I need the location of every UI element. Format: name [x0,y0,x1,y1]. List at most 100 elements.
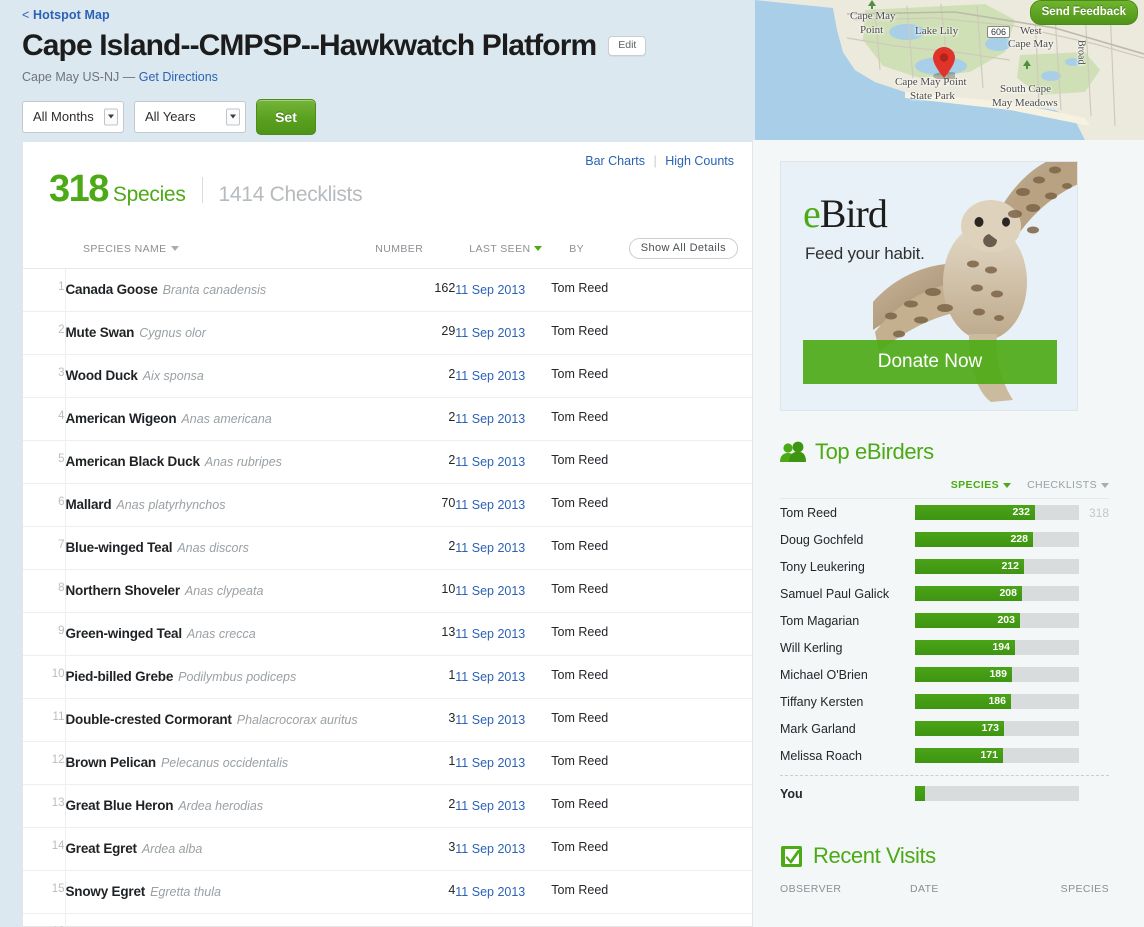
ebird-donate-ad[interactable]: eBird Feed your habit. Donate Now [780,161,1078,411]
rv-col-date[interactable]: DATE [910,883,1030,895]
table-row[interactable]: 16Little Blue HeronEgretta caerulea211 S… [23,914,752,927]
table-row[interactable]: 11Double-crested CormorantPhalacrocorax … [23,699,752,742]
leaderboard-name[interactable]: Tom Reed [780,506,915,520]
map-pin-icon [933,47,955,79]
species-common-name[interactable]: Mallard [66,497,112,512]
leaderboard-name[interactable]: Tom Magarian [780,614,915,628]
leaderboard-you-row[interactable]: You20 [780,780,1109,807]
leaderboard-bar-track: 232 [915,505,1079,520]
species-common-name[interactable]: Blue-winged Teal [66,540,173,555]
rv-col-species[interactable]: SPECIES [1030,883,1109,895]
leaderboard-name[interactable]: Mark Garland [780,722,915,736]
th-by[interactable]: BY [551,233,621,269]
leaderboard-row[interactable]: Tom Reed232318 [780,499,1109,526]
checklist-date-link[interactable]: 11 Sep 2013 [455,713,525,727]
leaderboard-row[interactable]: Will Kerling194 [780,634,1109,661]
checklist-date-link[interactable]: 11 Sep 2013 [455,756,525,770]
table-row[interactable]: 7Blue-winged TealAnas discors211 Sep 201… [23,527,752,570]
checklist-date-link[interactable]: 11 Sep 2013 [455,369,525,383]
leaderboard-row[interactable]: Melissa Roach171 [780,742,1109,769]
leaderboard-row[interactable]: Tiffany Kersten186 [780,688,1109,715]
th-species-name[interactable]: SPECIES NAME [65,233,375,269]
checklist-date-link[interactable]: 11 Sep 2013 [455,627,525,641]
checklist-date-link[interactable]: 11 Sep 2013 [455,541,525,555]
species-common-name[interactable]: American Black Duck [66,454,200,469]
checklist-icon [780,844,804,868]
hotspot-map-link[interactable]: Hotspot Map [33,8,110,22]
row-index: 14 [23,828,65,871]
table-row[interactable]: 13Great Blue HeronArdea herodias211 Sep … [23,785,752,828]
leaderboard-name[interactable]: Samuel Paul Galick [780,587,915,601]
get-directions-link[interactable]: Get Directions [139,70,218,84]
species-common-name[interactable]: Mute Swan [66,325,135,340]
th-species-name-label: SPECIES NAME [83,243,167,255]
table-row[interactable]: 14Great EgretArdea alba311 Sep 2013Tom R… [23,828,752,871]
checklist-date-link[interactable]: 11 Sep 2013 [455,283,525,297]
checklist-date-link[interactable]: 11 Sep 2013 [455,498,525,512]
species-common-name[interactable]: Canada Goose [66,282,158,297]
checklist-date-link[interactable]: 11 Sep 2013 [455,584,525,598]
leaderboard-name[interactable]: Doug Gochfeld [780,533,915,547]
edit-button[interactable]: Edit [608,36,646,56]
table-row[interactable]: 4American WigeonAnas americana211 Sep 20… [23,398,752,441]
species-common-name[interactable]: Wood Duck [66,368,138,383]
leaderboard-row[interactable]: Samuel Paul Galick208 [780,580,1109,607]
checklist-date-link[interactable]: 11 Sep 2013 [455,670,525,684]
leaderboard-row[interactable]: Doug Gochfeld228 [780,526,1109,553]
row-number: 2 [375,527,455,570]
sort-species[interactable]: SPECIES [951,479,1011,491]
leaderboard-name[interactable]: Melissa Roach [780,749,915,763]
checklist-date-link[interactable]: 11 Sep 2013 [455,842,525,856]
table-row[interactable]: 2Mute SwanCygnus olor2911 Sep 2013Tom Re… [23,312,752,355]
leaderboard-name[interactable]: Michael O'Brien [780,668,915,682]
checklist-date-link[interactable]: 11 Sep 2013 [455,885,525,899]
species-common-name[interactable]: Great Egret [66,841,137,856]
ad-tagline: Feed your habit. [805,244,925,264]
table-row[interactable]: 10Pied-billed GrebePodilymbus podiceps11… [23,656,752,699]
species-common-name[interactable]: Green-winged Teal [66,626,182,641]
th-last-seen[interactable]: LAST SEEN [455,233,551,269]
leaderboard-row[interactable]: Mark Garland173 [780,715,1109,742]
rv-col-observer[interactable]: OBSERVER [780,883,910,895]
month-select[interactable]: All Months [22,101,124,133]
table-row[interactable]: 9Green-winged TealAnas crecca1311 Sep 20… [23,613,752,656]
table-row[interactable]: 1Canada GooseBranta canadensis16211 Sep … [23,269,752,312]
species-common-name[interactable]: Pied-billed Grebe [66,669,174,684]
high-counts-link[interactable]: High Counts [665,154,734,168]
set-button[interactable]: Set [256,99,316,135]
species-common-name[interactable]: Northern Shoveler [66,583,180,598]
species-common-name[interactable]: Snowy Egret [66,884,146,899]
table-row[interactable]: 8Northern ShovelerAnas clypeata1011 Sep … [23,570,752,613]
leaderboard-row[interactable]: Tony Leukering212 [780,553,1109,580]
show-all-details-button[interactable]: Show All Details [629,238,738,259]
bar-charts-link[interactable]: Bar Charts [585,154,645,168]
checklist-date-link[interactable]: 11 Sep 2013 [455,326,525,340]
th-number[interactable]: NUMBER [375,233,455,269]
species-common-name[interactable]: Brown Pelican [66,755,156,770]
leaderboard-row[interactable]: Tom Magarian203 [780,607,1109,634]
leaderboard-value: 189 [915,667,1012,682]
checklist-date-link[interactable]: 11 Sep 2013 [455,412,525,426]
species-common-name[interactable]: Double-crested Cormorant [66,712,232,727]
caret-down-icon [1101,483,1109,488]
table-row[interactable]: 5American Black DuckAnas rubripes211 Sep… [23,441,752,484]
table-row[interactable]: 15Snowy EgretEgretta thula411 Sep 2013To… [23,871,752,914]
leaderboard-name[interactable]: Tony Leukering [780,560,915,574]
table-row[interactable]: 6MallardAnas platyrhynchos7011 Sep 2013T… [23,484,752,527]
donate-now-button[interactable]: Donate Now [803,340,1057,384]
species-common-name[interactable]: American Wigeon [66,411,177,426]
year-select[interactable]: All Years [134,101,246,133]
checklist-date-link[interactable]: 11 Sep 2013 [455,455,525,469]
road-shield-606: 606 [987,26,1010,38]
checklist-date-link[interactable]: 11 Sep 2013 [455,799,525,813]
leaderboard-name[interactable]: Tiffany Kersten [780,695,915,709]
leaderboard-row[interactable]: Michael O'Brien189 [780,661,1109,688]
table-row[interactable]: 12Brown PelicanPelecanus occidentalis111… [23,742,752,785]
send-feedback-button[interactable]: Send Feedback [1030,0,1138,25]
sort-checklists[interactable]: CHECKLISTS [1027,479,1109,491]
location-map[interactable]: 606 Broad Cape May Point Lake Lily West … [755,0,1144,140]
leaderboard-name[interactable]: Will Kerling [780,641,915,655]
species-common-name[interactable]: Great Blue Heron [66,798,174,813]
table-row[interactable]: 3Wood DuckAix sponsa211 Sep 2013Tom Reed [23,355,752,398]
row-species: Pied-billed GrebePodilymbus podiceps [65,656,375,699]
